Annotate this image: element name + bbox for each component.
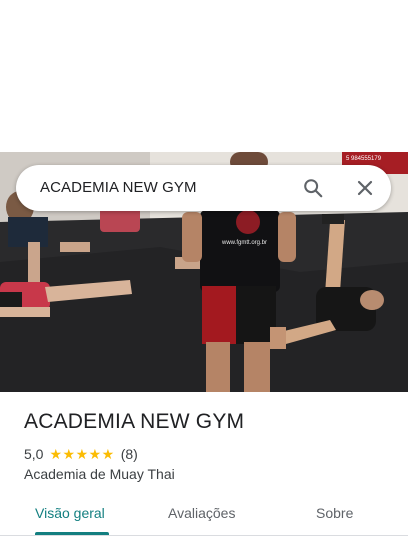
tab-overview[interactable]: Visão geral bbox=[35, 505, 105, 521]
rating-row[interactable]: 5,0 ★★★★★ (8) bbox=[24, 445, 138, 463]
tabs-divider bbox=[0, 535, 408, 536]
place-title: ACADEMIA NEW GYM bbox=[24, 410, 245, 433]
tab-about[interactable]: Sobre bbox=[316, 505, 353, 521]
tab-reviews[interactable]: Avaliações bbox=[168, 505, 235, 521]
rating-value: 5,0 bbox=[24, 446, 44, 462]
shirt-text: www.fgmtt.org.br bbox=[221, 240, 267, 246]
search-bar[interactable]: ACADEMIA NEW GYM bbox=[16, 165, 391, 211]
place-category: Academia de Muay Thai bbox=[24, 466, 175, 482]
star-rating-icon: ★★★★★ bbox=[49, 445, 115, 462]
search-query[interactable]: ACADEMIA NEW GYM bbox=[40, 179, 197, 196]
search-icon[interactable] bbox=[302, 177, 324, 199]
place-tabs: Visão geral Avaliações Sobre bbox=[0, 492, 408, 536]
map-blank-area bbox=[0, 0, 408, 152]
close-icon[interactable] bbox=[355, 178, 375, 198]
review-count[interactable]: (8) bbox=[121, 446, 138, 462]
sign-text: 5 984555179 bbox=[346, 156, 382, 162]
